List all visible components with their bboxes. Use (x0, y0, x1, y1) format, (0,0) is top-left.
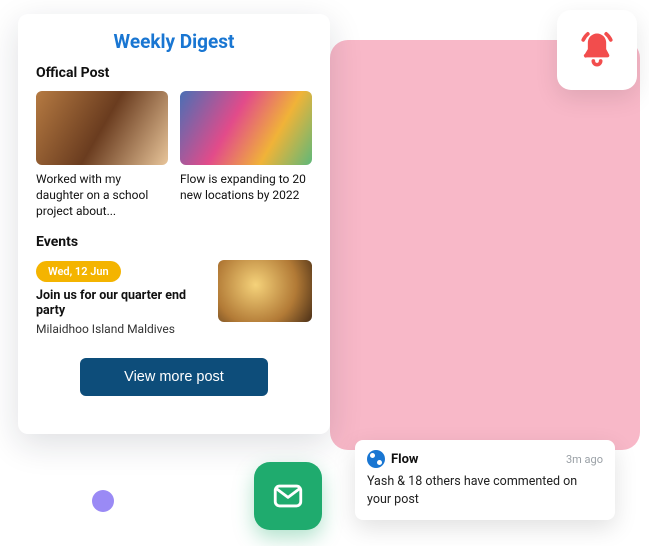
event-location: Milaidhoo Island Maldives (36, 322, 206, 336)
bell-notification-tile[interactable] (557, 10, 637, 90)
post-thumbnail (180, 91, 312, 165)
notification-time: 3m ago (566, 453, 603, 466)
post-caption: Worked with my daughter on a school proj… (36, 171, 168, 220)
post-thumbnail (36, 91, 168, 165)
event-item[interactable]: Wed, 12 Jun Join us for our quarter end … (36, 260, 312, 336)
notification-app-name: Flow (391, 452, 418, 467)
decorative-dot (92, 490, 114, 512)
post-item[interactable]: Worked with my daughter on a school proj… (36, 91, 168, 220)
event-date-badge: Wed, 12 Jun (36, 261, 121, 282)
mail-app-tile[interactable] (254, 462, 322, 530)
digest-title: Weekly Digest (36, 30, 312, 53)
post-caption: Flow is expanding to 20 new locations by… (180, 171, 312, 203)
official-post-heading: Offical Post (36, 65, 312, 81)
mail-icon (271, 479, 305, 513)
hero-background (330, 40, 640, 450)
event-title: Join us for our quarter end party (36, 288, 206, 318)
notification-body: Yash & 18 others have commented on your … (367, 473, 603, 508)
events-heading: Events (36, 234, 312, 250)
weekly-digest-card: Weekly Digest Offical Post Worked with m… (18, 14, 330, 434)
flow-app-icon (367, 450, 385, 468)
bell-icon (575, 28, 619, 72)
post-item[interactable]: Flow is expanding to 20 new locations by… (180, 91, 312, 220)
event-thumbnail (218, 260, 312, 322)
view-more-button[interactable]: View more post (80, 358, 268, 396)
notification-toast[interactable]: Flow 3m ago Yash & 18 others have commen… (355, 440, 615, 520)
